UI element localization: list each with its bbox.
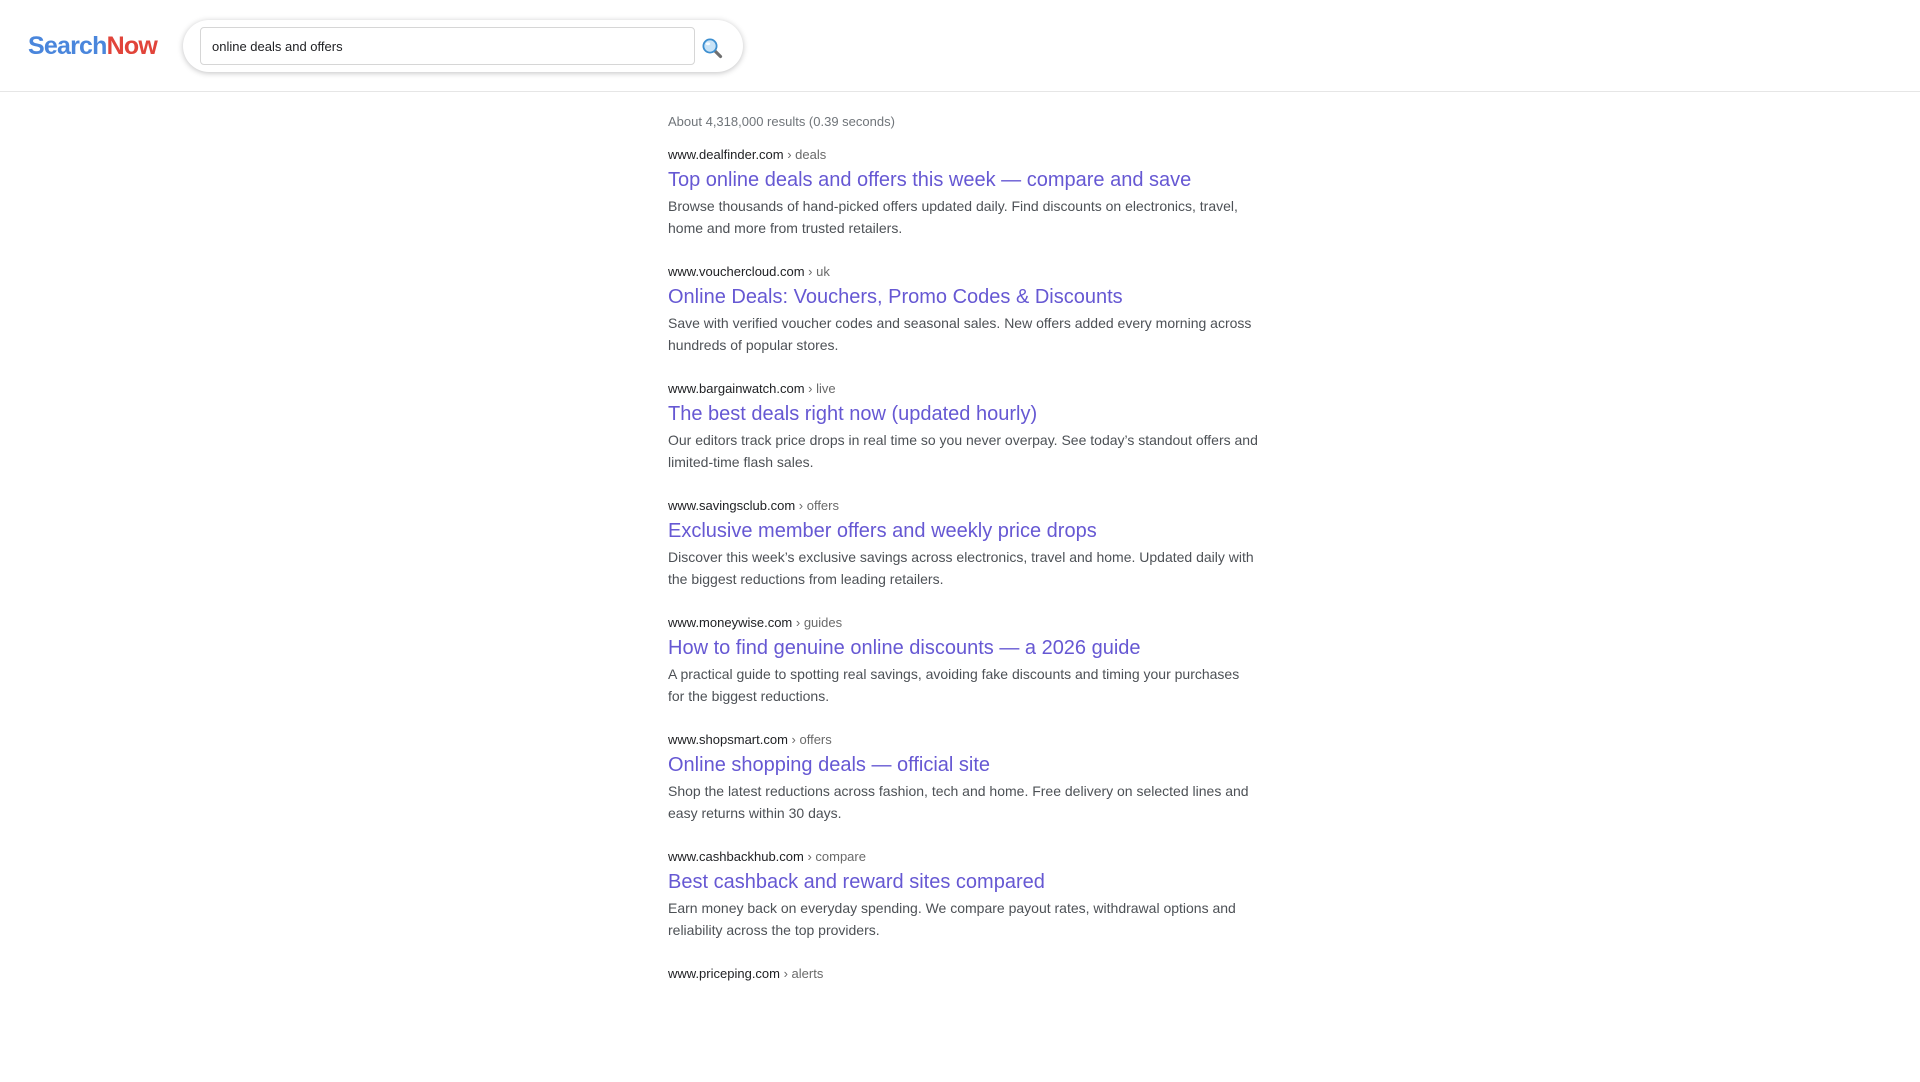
result-item: www.shopsmart.com › offers Online shoppi…	[668, 731, 1258, 848]
result-url[interactable]: www.vouchercloud.com › uk	[668, 263, 1258, 281]
result-snippet: Browse thousands of hand-picked offers u…	[668, 198, 1238, 236]
result-url[interactable]: www.bargainwatch.com › live	[668, 380, 1258, 398]
logo-part-now: Now	[106, 32, 158, 60]
result-url[interactable]: www.savingsclub.com › offers	[668, 497, 1258, 515]
result-snippet: Earn money back on everyday spending. We…	[668, 900, 1236, 938]
result-item: www.moneywise.com › guides How to find g…	[668, 614, 1258, 731]
result-domain: www.shopsmart.com	[668, 732, 788, 747]
result-item: www.cashbackhub.com › compare Best cashb…	[668, 848, 1258, 965]
result-domain: www.savingsclub.com	[668, 498, 796, 513]
result-title-link[interactable]: Best cashback and reward sites compared	[668, 869, 1258, 895]
search-input[interactable]	[200, 27, 695, 65]
result-title-link[interactable]: The best deals right now (updated hourly…	[668, 401, 1258, 427]
result-domain: www.dealfinder.com	[668, 147, 784, 162]
result-title-link[interactable]: Exclusive member offers and weekly price…	[668, 518, 1258, 544]
result-url[interactable]: www.moneywise.com › guides	[668, 614, 1258, 632]
result-domain: www.cashbackhub.com	[668, 849, 804, 864]
result-breadcrumb: › guides	[792, 615, 843, 630]
result-title-link[interactable]: Online shopping deals — official site	[668, 752, 1258, 778]
result-breadcrumb: › live	[804, 381, 836, 396]
result-title-link[interactable]: How to find genuine online discounts — a…	[668, 635, 1258, 661]
result-domain: www.moneywise.com	[668, 615, 793, 630]
result-url[interactable]: www.priceping.com › alerts	[668, 965, 1258, 983]
result-domain: www.bargainwatch.com	[668, 381, 805, 396]
search-button[interactable]	[697, 32, 727, 60]
magnifier-icon	[702, 38, 723, 58]
result-breadcrumb: › offers	[787, 732, 832, 747]
result-url[interactable]: www.dealfinder.com › deals	[668, 146, 1258, 164]
logo[interactable]: SearchNow	[28, 29, 158, 63]
result-breadcrumb: › compare	[803, 849, 866, 864]
result-breadcrumb: › uk	[804, 264, 830, 279]
result-item: www.bargainwatch.com › live The best dea…	[668, 380, 1258, 497]
result-snippet: Discover this week’s exclusive savings a…	[668, 549, 1254, 587]
result-breadcrumb: › deals	[783, 147, 827, 162]
header-bar: SearchNow	[0, 0, 1920, 92]
result-item: www.savingsclub.com › offers Exclusive m…	[668, 497, 1258, 614]
result-title-link[interactable]: Online Deals: Vouchers, Promo Codes & Di…	[668, 284, 1258, 310]
result-url[interactable]: www.cashbackhub.com › compare	[668, 848, 1258, 866]
result-breadcrumb: › alerts	[780, 966, 824, 981]
search-box	[183, 20, 743, 72]
result-snippet: Save with verified voucher codes and sea…	[668, 315, 1252, 353]
result-domain: www.vouchercloud.com	[668, 264, 805, 279]
result-domain: www.priceping.com	[668, 966, 780, 981]
result-snippet: A practical guide to spotting real savin…	[668, 666, 1240, 704]
logo-part-search: Search	[28, 32, 107, 60]
results-stats: About 4,318,000 results (0.39 seconds)	[668, 114, 895, 129]
result-snippet: Our editors track price drops in real ti…	[668, 432, 1258, 470]
result-item: www.dealfinder.com › deals Top online de…	[668, 146, 1258, 263]
result-title-link[interactable]: Top online deals and offers this week — …	[668, 167, 1258, 193]
result-url[interactable]: www.shopsmart.com › offers	[668, 731, 1258, 749]
results-area: About 4,318,000 results (0.39 seconds) w…	[668, 112, 1258, 1082]
result-breadcrumb: › offers	[795, 498, 839, 513]
result-snippet: Shop the latest reductions across fashio…	[668, 783, 1249, 821]
result-item: www.vouchercloud.com › uk Online Deals: …	[668, 263, 1258, 380]
result-item: www.priceping.com › alerts	[668, 965, 1258, 1082]
